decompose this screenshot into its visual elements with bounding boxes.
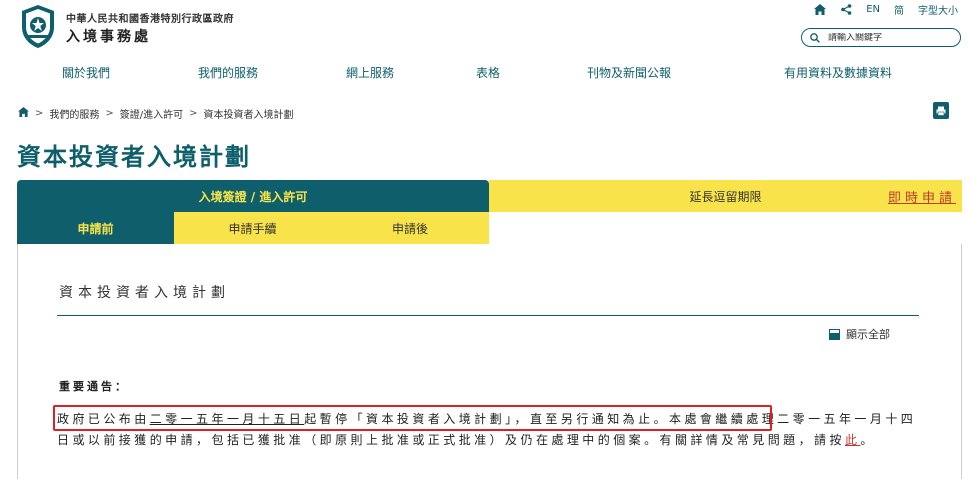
- notice-heading: 重要通告：: [59, 380, 129, 393]
- show-all-label: 顯示全部: [846, 328, 890, 341]
- home-icon[interactable]: [814, 4, 827, 16]
- share-icon[interactable]: [840, 4, 852, 16]
- highlight-annotation-box: [53, 405, 772, 431]
- search-box: [801, 28, 961, 47]
- breadcrumb-separator: >: [105, 108, 114, 119]
- breadcrumb: > 我們的服務 > 簽證/進入許可 > 資本投資者入境計劃: [18, 106, 294, 121]
- language-en-link[interactable]: EN: [866, 4, 880, 15]
- breadcrumb-separator: >: [189, 108, 198, 119]
- breadcrumb-item-visa[interactable]: 簽證/進入許可: [120, 106, 183, 121]
- apply-now-link[interactable]: 即時申請: [888, 187, 956, 206]
- nav-item-about[interactable]: 關於我們: [62, 64, 110, 81]
- expand-all-icon: [829, 328, 840, 340]
- nav-item-services[interactable]: 我們的服務: [198, 64, 258, 81]
- show-all-toggle[interactable]: 顯示全部: [829, 326, 890, 342]
- nav-item-forms[interactable]: 表格: [476, 64, 500, 81]
- section-title[interactable]: 資本投資者入境計劃: [59, 282, 230, 302]
- subtab-application-procedure[interactable]: 申請手續: [174, 212, 331, 244]
- search-icon[interactable]: [810, 32, 820, 43]
- print-icon: [936, 106, 946, 116]
- home-icon[interactable]: [18, 107, 29, 120]
- tab-entry-visa[interactable]: 入境簽證 / 進入許可: [17, 180, 489, 212]
- notice-text-end: 。: [860, 433, 876, 447]
- department-name[interactable]: 入境事務處: [66, 26, 151, 46]
- hkid-logo[interactable]: [18, 3, 58, 49]
- government-name: 中華人民共和國香港特別行政區政府: [66, 14, 234, 25]
- font-size-control[interactable]: 字型大小: [918, 2, 958, 17]
- page-title: 資本投資者入境計劃: [17, 143, 251, 171]
- breadcrumb-item-services[interactable]: 我們的服務: [49, 106, 99, 121]
- language-simplified-link[interactable]: 简: [894, 2, 904, 17]
- tab-extension-of-stay[interactable]: 延長逗留期限 即時申請: [489, 180, 962, 212]
- print-button[interactable]: [933, 102, 949, 119]
- utility-bar: EN 简 字型大小: [814, 2, 958, 17]
- subtab-after-application[interactable]: 申請後: [331, 212, 489, 244]
- breadcrumb-item-current: 資本投資者入境計劃: [203, 110, 294, 121]
- breadcrumb-separator: >: [35, 108, 44, 119]
- main-nav: 關於我們 我們的服務 網上服務 表格 刊物及新聞公報 有用資料及數據資料: [0, 64, 970, 82]
- subtab-before-application[interactable]: 申請前: [17, 212, 174, 244]
- nav-item-useful-info[interactable]: 有用資料及數據資料: [784, 64, 892, 81]
- faq-link[interactable]: 此: [845, 433, 860, 447]
- section-divider: [57, 315, 919, 316]
- search-input[interactable]: [828, 32, 948, 43]
- nav-item-publications[interactable]: 刊物及新聞公報: [587, 64, 671, 81]
- nav-item-eservices[interactable]: 網上服務: [346, 64, 394, 81]
